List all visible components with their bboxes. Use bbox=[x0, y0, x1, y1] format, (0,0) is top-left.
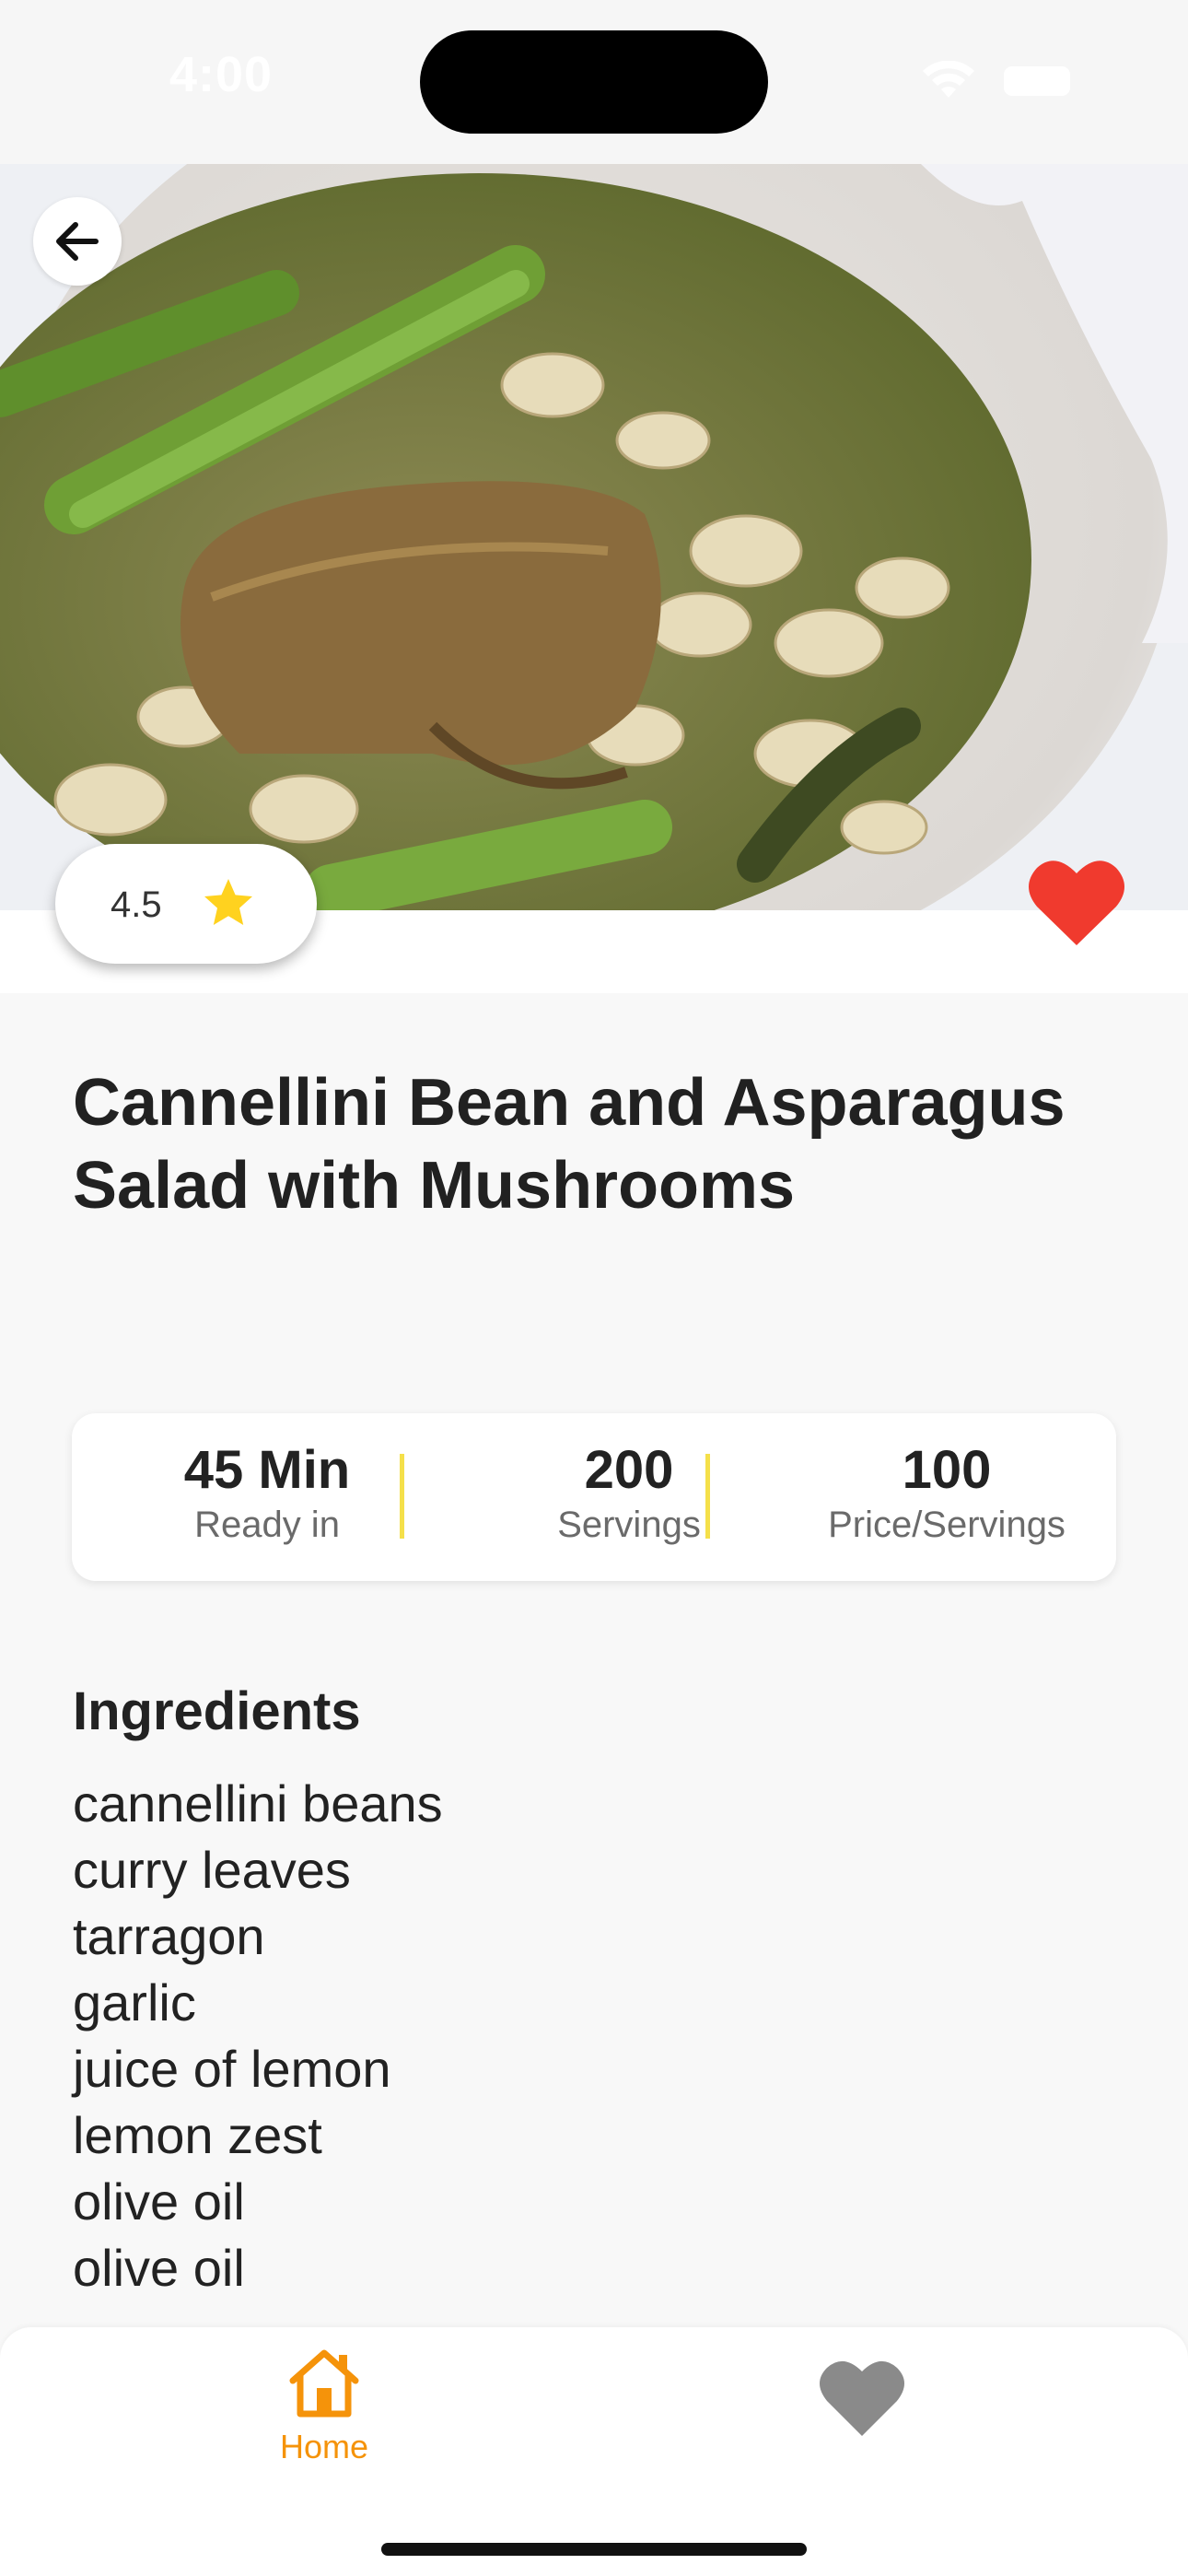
dynamic-island bbox=[420, 30, 768, 134]
tab-home-label: Home bbox=[279, 2428, 369, 2465]
ingredient-item: garlic bbox=[73, 1973, 196, 2032]
stat-servings: 200 Servings bbox=[459, 1441, 799, 1548]
stat-label: Servings bbox=[557, 1505, 701, 1545]
tab-favorites-heart-icon[interactable] bbox=[818, 2357, 906, 2440]
stat-ready-in: 45 Min Ready in bbox=[111, 1441, 424, 1548]
bottom-tab-bar bbox=[0, 2327, 1188, 2576]
favorite-heart-icon[interactable] bbox=[1028, 857, 1125, 949]
wifi-icon bbox=[923, 61, 974, 98]
rating-value: 4.5 bbox=[111, 884, 162, 925]
tab-home[interactable]: Home bbox=[260, 2346, 389, 2465]
rating-badge: 4.5 bbox=[55, 844, 317, 964]
status-bar: 4:00 bbox=[0, 0, 1188, 164]
ingredients-heading: Ingredients bbox=[73, 1681, 361, 1741]
stat-label: Price/Servings bbox=[828, 1505, 1066, 1545]
stat-value: 200 bbox=[584, 1440, 674, 1500]
ingredient-item: juice of lemon bbox=[73, 2040, 391, 2098]
ingredient-item: cannellini beans bbox=[73, 1774, 443, 1832]
ingredient-item: curry leaves bbox=[73, 1841, 351, 1899]
ingredient-item: tarragon bbox=[73, 1907, 265, 1965]
stat-price-per-serving: 100 Price/Servings bbox=[781, 1441, 1112, 1548]
stat-value: 100 bbox=[902, 1440, 992, 1500]
home-indicator bbox=[381, 2543, 807, 2556]
stat-value: 45 Min bbox=[183, 1440, 351, 1500]
arrow-left-icon bbox=[56, 222, 99, 261]
stat-label: Ready in bbox=[194, 1505, 340, 1545]
stat-divider bbox=[400, 1454, 404, 1539]
status-time: 4:00 bbox=[169, 47, 274, 102]
ingredient-item: olive oil bbox=[73, 2172, 245, 2231]
recipe-title: Cannellini Bean and Asparagus Salad with… bbox=[73, 1066, 1066, 1223]
recipe-hero-image bbox=[0, 164, 1188, 910]
battery-icon bbox=[1004, 66, 1070, 96]
back-button[interactable] bbox=[33, 197, 122, 286]
ingredient-item: lemon zest bbox=[73, 2106, 322, 2164]
star-icon bbox=[204, 879, 252, 925]
home-icon bbox=[289, 2349, 359, 2418]
stat-divider bbox=[705, 1454, 710, 1539]
ingredient-item: olive oil bbox=[73, 2239, 245, 2297]
ingredients-list: cannellini beans curry leaves tarragon g… bbox=[73, 1771, 443, 2301]
recipe-stats-card: 45 Min Ready in 200 Servings 100 Price/S… bbox=[72, 1413, 1116, 1581]
